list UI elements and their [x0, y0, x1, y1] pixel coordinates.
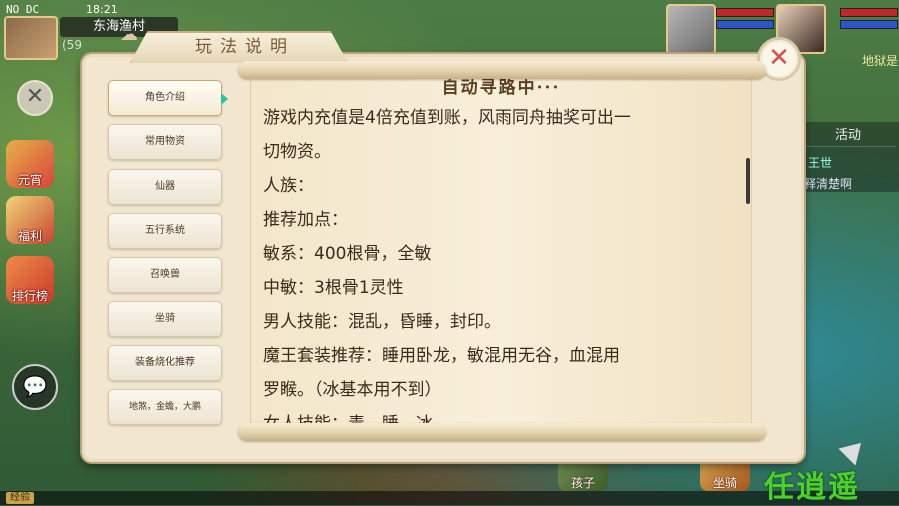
scrollbar[interactable] [746, 158, 750, 204]
menu-item-materials[interactable]: 常用物资 [108, 124, 222, 160]
hero-hp-bar [840, 8, 898, 17]
sidebar-item-ranking[interactable]: 排行榜 [6, 256, 54, 304]
text-line: 男人技能：混乱，昏睡，封印。 [263, 312, 501, 332]
dialog-title: 玩法说明 [195, 37, 295, 57]
pet-mp-bar [716, 20, 774, 29]
pet-portrait[interactable] [666, 4, 716, 54]
right-edge-text: 地狱是 [862, 54, 899, 68]
text-line: 推荐加点： [263, 210, 348, 230]
chat-icon[interactable]: 💬 [12, 364, 58, 410]
text-line: 魔王套装推荐：睡用卧龙，敏混用无谷，血混用 [263, 346, 620, 366]
clock-text: 18:21 [86, 3, 118, 16]
sidebar-item-label: 排行榜 [11, 289, 48, 303]
scroll-rod-top [238, 61, 766, 79]
player-avatar[interactable] [4, 16, 58, 60]
menu-item-five-elements[interactable]: 五行系统 [108, 213, 222, 249]
text-line: 罗睺。（冰基本用不到） [263, 380, 442, 400]
cloud-ornament-icon: ☁ [120, 24, 138, 45]
menu-item-equipment[interactable]: 装备烧化推荐 [108, 345, 222, 381]
hero-mp-bar [840, 20, 898, 29]
bottom-button-label: 坐骑 [712, 476, 737, 490]
text-line: 切物资。 [263, 142, 331, 162]
pet-hp-bar [716, 8, 774, 17]
scroll-paper[interactable]: 自动寻路中··· 游戏内充值是4倍充值到账，风雨同舟抽奖可出一 切物资。 人族：… [250, 71, 752, 427]
menu-item-character[interactable]: 角色介绍 [108, 80, 222, 116]
menu-item-bosses[interactable]: 地煞，金蟾，大鹏 [108, 389, 222, 425]
text-line: 中敏：3根骨1灵性 [263, 278, 404, 298]
sidebar-item-label: 元宵 [17, 173, 42, 187]
triangle-right-icon [221, 93, 228, 105]
sidebar-item-lantern[interactable]: 元宵 [6, 140, 54, 188]
bottom-button-label: 孩子 [570, 476, 595, 490]
watermark: 任逍遥 [764, 470, 860, 505]
menu-item-artifact[interactable]: 仙器 [108, 169, 222, 205]
menu-item-summon[interactable]: 召唤兽 [108, 257, 222, 293]
tab-activity[interactable]: 活动 [800, 126, 896, 147]
player-level: (59 [62, 38, 82, 52]
activity-line: 王世 [808, 156, 833, 170]
close-icon[interactable]: ✕ [17, 80, 53, 116]
status-text: NO DC [6, 3, 40, 16]
content-scroll: 自动寻路中··· 游戏内充值是4倍充值到账，风雨同舟抽奖可出一 切物资。 人族：… [238, 61, 766, 443]
help-text: 游戏内充值是4倍充值到账，风雨同舟抽奖可出一 切物资。 人族： 推荐加点： 敏系… [263, 101, 745, 427]
experience-label: 经验 [6, 492, 34, 504]
text-line: 人族： [263, 176, 314, 196]
sidebar-item-welfare[interactable]: 福利 [6, 196, 54, 244]
text-line: 敏系：400根骨，全敏 [263, 244, 432, 264]
sidebar-item-label: 福利 [17, 229, 42, 243]
scroll-rod-bottom [238, 423, 766, 441]
menu-item-mount[interactable]: 坐骑 [108, 301, 222, 337]
text-line: 游戏内充值是4倍充值到账，风雨同舟抽奖可出一 [263, 108, 631, 128]
